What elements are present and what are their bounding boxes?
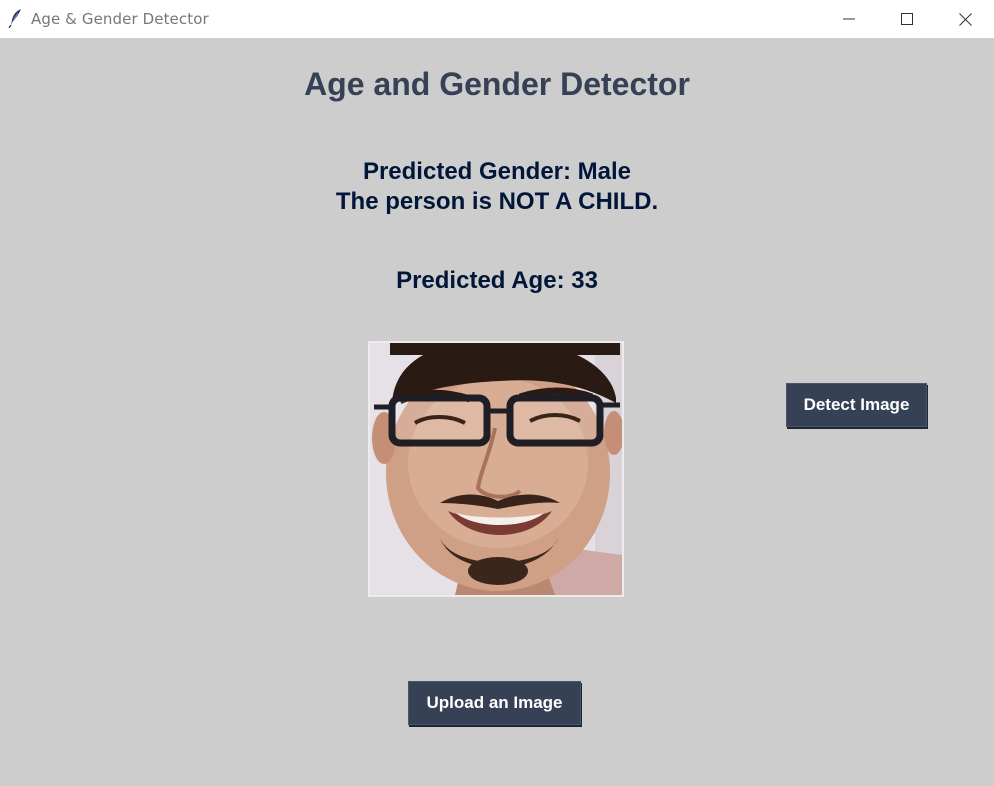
maximize-button[interactable]	[878, 0, 936, 38]
maximize-icon	[901, 13, 913, 25]
close-button[interactable]	[936, 0, 994, 38]
upload-image-button[interactable]: Upload an Image	[408, 681, 581, 725]
app-heading: Age and Gender Detector	[304, 66, 690, 102]
detect-image-button[interactable]: Detect Image	[786, 383, 927, 427]
predicted-gender-label: Predicted Gender: Male	[362, 158, 632, 185]
minimize-button[interactable]	[820, 0, 878, 38]
minimize-icon	[843, 18, 855, 20]
face-photo-illustration	[370, 343, 622, 595]
feather-icon	[8, 9, 21, 28]
close-icon	[958, 12, 972, 26]
window-title: Age & Gender Detector	[31, 10, 209, 28]
title-bar: Age & Gender Detector	[0, 0, 994, 38]
app-window-content: Age and Gender Detector Predicted Gender…	[0, 38, 994, 786]
predicted-age-label: Predicted Age: 33	[396, 267, 598, 294]
child-status-label: The person is NOT A CHILD.	[335, 188, 659, 215]
uploaded-face-photo	[368, 341, 624, 597]
